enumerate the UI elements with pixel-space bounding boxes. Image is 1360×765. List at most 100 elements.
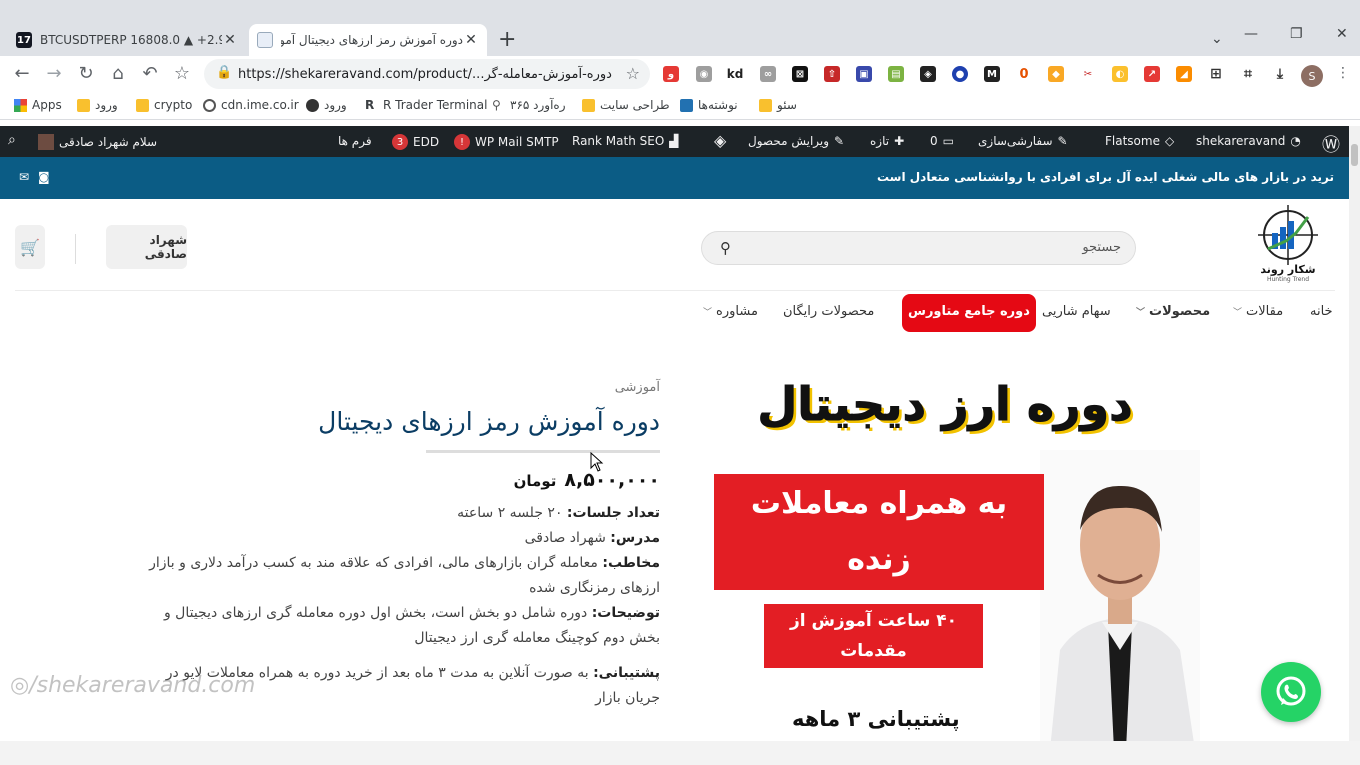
- bookmark-posts[interactable]: نوشته‌ها: [680, 98, 738, 112]
- search-icon[interactable]: ⚲: [720, 239, 731, 257]
- product-summary: آموزشی دوره آموزش رمز ارزهای دیجیتال ۸,۵…: [140, 380, 660, 711]
- extension-icon[interactable]: ▤: [888, 66, 904, 82]
- url-text[interactable]: https://shekareravand.com/product/...دور…: [238, 67, 612, 82]
- tab-btcusdt[interactable]: 17 BTCUSDTPERP 16808.0 ▲ +2.98% ✕: [8, 24, 246, 56]
- site-logo[interactable]: شکار روند Hunting Trend: [1248, 203, 1328, 283]
- bookmark-folder-seo[interactable]: سئو: [759, 98, 797, 112]
- new-tab-button[interactable]: +: [498, 27, 516, 52]
- cart-icon[interactable]: 🛒: [15, 225, 45, 269]
- folder-icon: [582, 98, 595, 112]
- scrollbar-thumb[interactable]: [1351, 144, 1358, 166]
- search-bar[interactable]: ⚲ جستجو: [701, 231, 1136, 265]
- address-bar[interactable]: 🔒 https://shekareravand.com/product/...د…: [204, 59, 650, 89]
- menu-consult[interactable]: مشاوره﹀: [703, 304, 758, 319]
- logo-text: شکار روند: [1260, 263, 1315, 276]
- metamask-icon[interactable]: ◢: [1176, 66, 1192, 82]
- extension-icon[interactable]: ✂: [1080, 66, 1096, 82]
- adminbar-comments[interactable]: ▭ 0: [930, 134, 954, 148]
- adminbar-customize[interactable]: ✎ سفارشی‌سازی: [978, 134, 1068, 148]
- close-icon[interactable]: ✕: [222, 32, 238, 48]
- close-window-button[interactable]: ✕: [1336, 26, 1348, 42]
- bookmark-ime[interactable]: cdn.ime.co.ir: [203, 98, 299, 112]
- search-icon[interactable]: ⌕: [8, 132, 16, 148]
- adminbar-smtp[interactable]: WP Mail SMTP!: [454, 134, 559, 150]
- adminbar-flatsome[interactable]: ◇ Flatsome: [1105, 134, 1174, 148]
- edd-count-badge: 3: [392, 134, 408, 150]
- adminbar-edd[interactable]: EDD 3: [392, 134, 439, 150]
- adminbar-new[interactable]: ✚ تازه: [870, 134, 904, 148]
- description-line: توضیحات: دوره شامل دو بخش است، بخش اول د…: [140, 601, 660, 651]
- profile-avatar[interactable]: S: [1301, 65, 1323, 87]
- close-icon[interactable]: ✕: [463, 32, 479, 48]
- pin-icon: ⚲: [492, 97, 501, 112]
- home-icon[interactable]: ⌂: [107, 63, 129, 84]
- tab-search-icon[interactable]: ⌄: [1211, 31, 1223, 47]
- whatsapp-button[interactable]: [1261, 662, 1321, 722]
- tab-product[interactable]: دوره آموزش رمز ارزهای دیجیتال آموزش ✕: [249, 24, 487, 56]
- bookmark-folder-login[interactable]: ورود: [77, 98, 118, 112]
- adminbar-account[interactable]: سلام شهراد صادقی: [38, 134, 157, 150]
- bookmark-star-icon[interactable]: ☆: [171, 63, 193, 84]
- top-bar-message: ترید در بازار های مالی شغلی ایده آل برای…: [876, 170, 1334, 184]
- extension-icon[interactable]: ◈: [920, 66, 936, 82]
- adminbar-forms[interactable]: فرم ها: [338, 134, 372, 148]
- menu-products[interactable]: محصولات﹀: [1136, 304, 1210, 319]
- bookmark-r-trader[interactable]: R R Trader Terminal: [365, 98, 487, 112]
- product-image[interactable]: دوره ارز دیجیتال به همراه معاملات زنده و…: [700, 365, 1200, 741]
- adminbar-edit-product[interactable]: ✎ ویرایش محصول: [748, 134, 844, 148]
- page-scrollbar[interactable]: [1349, 126, 1360, 746]
- extension-icon[interactable]: ⊠: [792, 66, 808, 82]
- extension-icon[interactable]: ●: [952, 66, 968, 82]
- instagram-icon[interactable]: ◙: [38, 170, 50, 184]
- bookmark-folder-crypto[interactable]: crypto: [136, 98, 192, 112]
- extension-icon[interactable]: ↗: [1144, 66, 1160, 82]
- kd-extension-icon[interactable]: kd: [727, 66, 743, 82]
- extension-icon[interactable]: ◆: [1048, 66, 1064, 82]
- watermark-text: /shekareravand.com: [29, 673, 256, 698]
- bookmark-apps[interactable]: Apps: [14, 98, 62, 112]
- extensions-puzzle-icon[interactable]: ⊞: [1208, 66, 1224, 82]
- crop-icon[interactable]: ⌗: [1240, 66, 1256, 82]
- star-icon[interactable]: ☆: [626, 64, 640, 83]
- adminbar-rankmath[interactable]: ▟ Rank Math SEO: [572, 134, 679, 148]
- reload-icon[interactable]: ↻: [75, 63, 97, 84]
- undo-icon[interactable]: ↶: [139, 63, 161, 84]
- menu-home[interactable]: خانه: [1310, 304, 1333, 319]
- camera-icon[interactable]: ◉: [696, 66, 712, 82]
- extension-icon[interactable]: M: [984, 66, 1000, 82]
- bookmark-login[interactable]: ورود: [306, 98, 347, 112]
- wordpress-logo-icon[interactable]: Ⓦ: [1322, 131, 1340, 157]
- extension-icon[interactable]: ▣: [856, 66, 872, 82]
- menu-stocks[interactable]: سهام شاریی: [1042, 304, 1111, 319]
- extension-icon[interactable]: و: [663, 66, 679, 82]
- forward-icon[interactable]: →: [43, 63, 65, 84]
- upload-extension-icon[interactable]: ⇧: [824, 66, 840, 82]
- link-extension-icon[interactable]: ∞: [760, 66, 776, 82]
- promo-hours-line2: تا معامله واقعی در بازار: [772, 671, 975, 691]
- diamond-icon[interactable]: ◈: [714, 131, 726, 150]
- lock-icon: 🔒: [216, 65, 233, 80]
- account-button[interactable]: شهراد صادقی: [106, 225, 187, 269]
- adminbar-site[interactable]: ◔ shekareravand: [1196, 134, 1301, 148]
- top-bar: ✉ ◙ ترید در بازار های مالی شغلی ایده آل …: [0, 157, 1349, 199]
- restore-button[interactable]: ❐: [1290, 26, 1303, 42]
- extension-icon[interactable]: ◐: [1112, 66, 1128, 82]
- minimize-button[interactable]: —: [1244, 26, 1258, 42]
- pencil-icon: ✎: [834, 134, 845, 148]
- extension-counter-icon[interactable]: 0: [1016, 66, 1032, 82]
- bookmark-label: cdn.ime.co.ir: [221, 98, 299, 112]
- folder-icon: [759, 98, 772, 112]
- product-category[interactable]: آموزشی: [140, 380, 660, 395]
- bookmark-folder-design[interactable]: طراحی سایت: [582, 98, 670, 112]
- download-icon[interactable]: ⤓: [1272, 66, 1288, 82]
- menu-metaverse-course[interactable]: دوره جامع متاورس: [902, 294, 1036, 332]
- teacher-value: شهراد صادقی: [524, 530, 606, 546]
- menu-free-products[interactable]: محصولات رایگان: [783, 304, 874, 319]
- audience-value: معامله گران بازارهای مالی، افرادی که علا…: [149, 555, 660, 596]
- kebab-menu-icon[interactable]: ⋮: [1332, 65, 1354, 81]
- bookmark-rahavard[interactable]: ⚲ ره‌آورد ۳۶۵: [492, 98, 566, 112]
- email-icon[interactable]: ✉: [19, 170, 29, 184]
- menu-articles[interactable]: مقالات﹀: [1233, 304, 1283, 319]
- adminbar-new-label: تازه: [870, 134, 890, 148]
- back-icon[interactable]: ←: [11, 63, 33, 84]
